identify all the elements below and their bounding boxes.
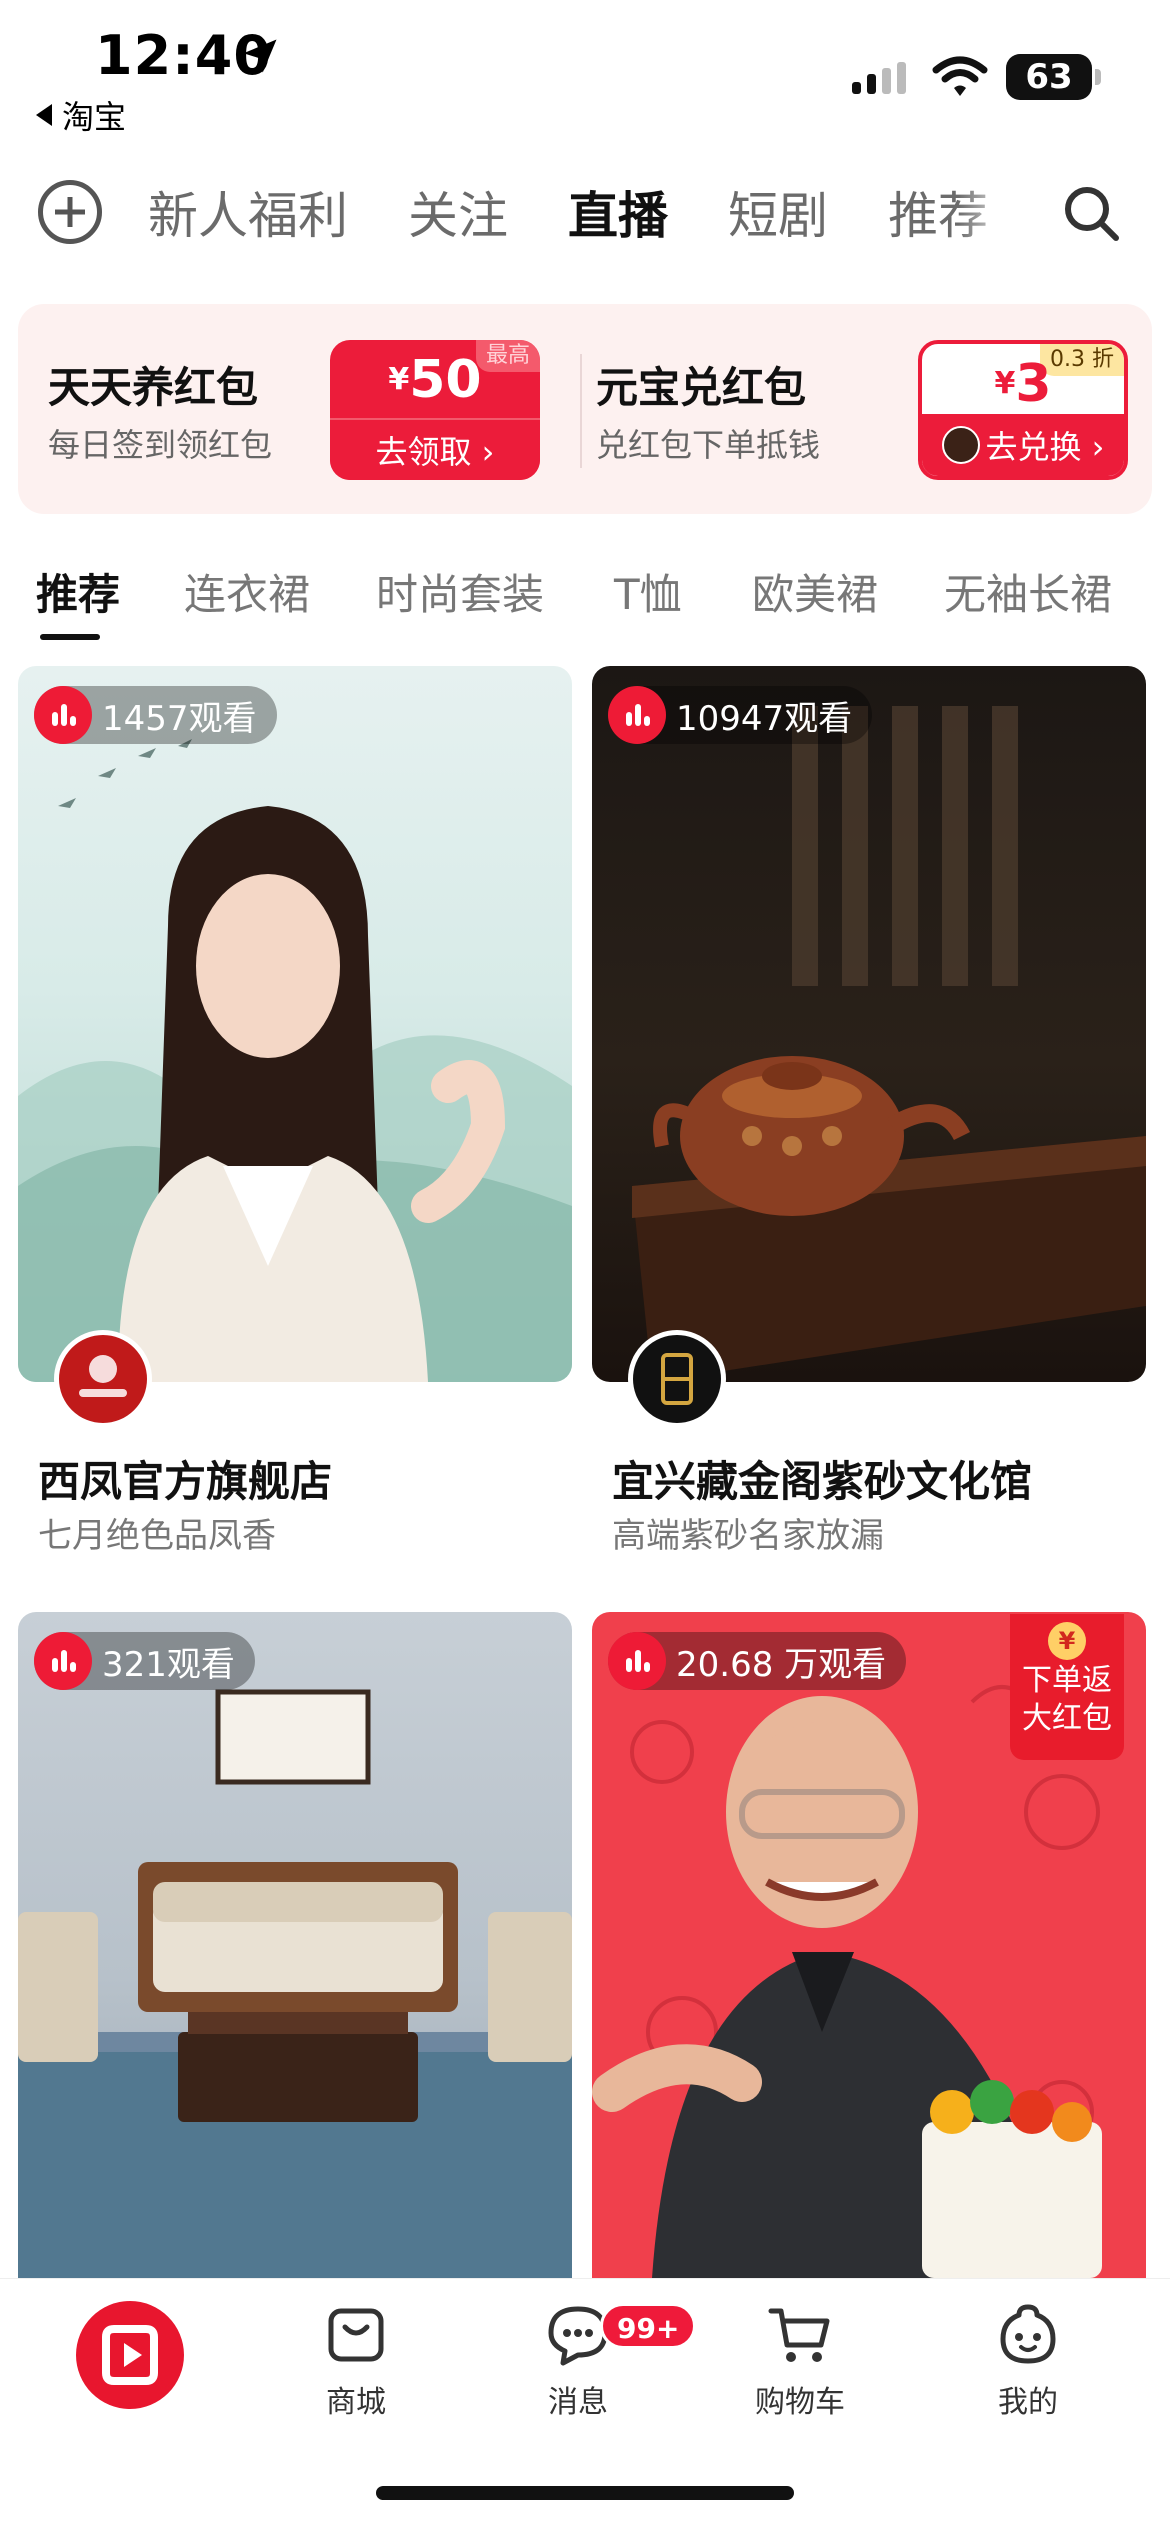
coin-icon: ¥: [1048, 1622, 1086, 1660]
live-indicator-icon: [608, 686, 666, 744]
live-cover-image: [592, 666, 1146, 1382]
live-card-chef[interactable]: 20.68 万观看 ¥ 下单返 大红包: [592, 1612, 1146, 2278]
exchange-button-label: 去兑换 ›: [985, 428, 1105, 466]
live-indicator-icon: [34, 686, 92, 744]
category-tab-tshirt[interactable]: T恤: [614, 560, 682, 630]
shop-logo-icon: [79, 1355, 127, 1397]
ingot-exchange-title: 元宝兑红包: [596, 363, 807, 412]
wifi-icon: [932, 56, 988, 96]
tab-following[interactable]: 关注: [408, 178, 508, 254]
viewer-count: 321观看: [34, 1632, 255, 1690]
category-tab-western-skirt[interactable]: 欧美裙: [752, 560, 878, 630]
live-indicator-icon: [608, 1632, 666, 1690]
live-subtitle: 七月绝色品凤香: [38, 1516, 276, 1556]
tab-profile-label: 我的: [998, 2385, 1058, 2420]
daily-red-packet-subtitle: 每日签到领红包: [48, 426, 273, 464]
battery-indicator: 63: [1006, 54, 1101, 100]
tab-short-drama[interactable]: 短剧: [728, 178, 828, 254]
live-indicator-icon: [34, 1632, 92, 1690]
shopping-cart-icon: [768, 2308, 830, 2362]
coupon-amount: ¥3: [994, 354, 1052, 414]
profile-face-icon: [1000, 2304, 1056, 2364]
claim-button[interactable]: 去领取 ›: [330, 418, 540, 480]
live-subtitle: 高端紫砂名家放漏: [612, 1516, 884, 1556]
cellular-signal-icon: [852, 62, 906, 94]
shop-avatar[interactable]: [54, 1330, 152, 1428]
live-page: 12:40 淘宝 63 新人福利 关注 直播 短剧 推荐 天天养红包 每日签到领…: [0, 0, 1170, 2532]
add-button[interactable]: [38, 180, 102, 244]
ingot-exchange-section[interactable]: 元宝兑红包 兑红包下单抵钱 0.3 折 ¥3 去兑换 ›: [582, 304, 1152, 514]
top-navigation: 新人福利 关注 直播 短剧 推荐: [0, 160, 1170, 270]
back-triangle-icon: [36, 104, 52, 126]
category-tab-recommend[interactable]: 推荐: [36, 560, 120, 630]
channel-tabs: 新人福利 关注 直播 短剧 推荐: [148, 178, 1018, 254]
home-indicator[interactable]: [376, 2486, 794, 2500]
coupon-amount: ¥50: [388, 350, 482, 410]
status-bar: 12:40 淘宝 63: [0, 0, 1170, 140]
exchange-button[interactable]: 去兑换 ›: [922, 414, 1124, 476]
shop-logo-icon: [661, 1353, 693, 1405]
order-cashback-red-packet-badge[interactable]: ¥ 下单返 大红包: [1010, 1614, 1124, 1760]
search-icon[interactable]: [1060, 182, 1124, 246]
viewer-count-label: 10947观看: [676, 698, 853, 739]
ingot-exchange-coupon[interactable]: 0.3 折 ¥3 去兑换 ›: [918, 340, 1128, 480]
tab-live[interactable]: 直播: [568, 178, 668, 254]
red-packet-banner: 天天养红包 每日签到领红包 最高 ¥50 去领取 › 元宝兑红包 兑红包下单抵钱…: [18, 304, 1152, 514]
category-tab-fashion-set[interactable]: 时尚套装: [376, 560, 544, 630]
tab-mall-label: 商城: [326, 2385, 386, 2420]
viewer-count-label: 321观看: [102, 1644, 235, 1685]
category-tabs: 推荐 连衣裙 时尚套装 T恤 欧美裙 无袖长裙: [0, 560, 1170, 640]
back-app-label: 淘宝: [62, 98, 127, 136]
viewer-count: 1457观看: [34, 686, 277, 744]
category-tab-sleeveless-dress[interactable]: 无袖长裙: [944, 560, 1112, 630]
tab-newcomer[interactable]: 新人福利: [148, 178, 348, 254]
cover-illustration-person: [18, 739, 572, 1382]
viewer-count-label: 1457观看: [102, 698, 257, 739]
shopping-bag-icon: [328, 2308, 384, 2362]
tab-fade-overlay: [958, 178, 1018, 254]
active-category-indicator: [40, 634, 100, 640]
tab-mall[interactable]: 商城: [276, 2299, 436, 2421]
shop-avatar[interactable]: [628, 1330, 726, 1428]
viewer-count-label: 20.68 万观看: [676, 1644, 887, 1685]
tab-cart[interactable]: 购物车: [720, 2299, 880, 2421]
location-arrow-icon: [243, 39, 277, 73]
red-packet-badge-line1: 下单返: [1022, 1663, 1112, 1698]
cover-illustration-teapot: [632, 706, 1146, 1382]
live-play-icon: [102, 2325, 158, 2385]
red-packet-badge-line2: 大红包: [1022, 1701, 1112, 1736]
viewer-count: 10947观看: [608, 686, 873, 744]
category-tab-dress[interactable]: 连衣裙: [184, 560, 310, 630]
daily-red-packet-coupon[interactable]: 最高 ¥50 去领取 ›: [330, 340, 540, 480]
tab-cart-label: 购物车: [755, 2385, 845, 2420]
live-card-cangjinge[interactable]: 10947观看 宜兴藏金阁紫砂文化馆 高端紫砂名家放漏: [592, 666, 1146, 1566]
live-card-furniture[interactable]: 321观看: [18, 1612, 572, 2278]
cover-illustration-sofa: [18, 1689, 572, 2278]
live-home-tab[interactable]: [76, 2301, 184, 2409]
live-cover-image: [18, 666, 572, 1382]
message-unread-badge: 99+: [600, 2303, 697, 2349]
live-cover-image: [18, 1612, 572, 2278]
back-to-app-button[interactable]: 淘宝: [36, 92, 126, 138]
shop-name[interactable]: 宜兴藏金阁紫砂文化馆: [612, 1448, 1032, 1509]
tab-messages-label: 消息: [548, 2385, 608, 2420]
tab-profile[interactable]: 我的: [948, 2299, 1108, 2421]
user-avatar-mini: [941, 426, 980, 464]
shop-name[interactable]: 西凤官方旗舰店: [38, 1448, 332, 1509]
daily-red-packet-title: 天天养红包: [48, 363, 259, 412]
daily-red-packet-section[interactable]: 天天养红包 每日签到领红包 最高 ¥50 去领取 ›: [18, 304, 580, 514]
viewer-count: 20.68 万观看: [608, 1632, 907, 1690]
live-card-xifeng[interactable]: 1457观看 西凤官方旗舰店 七月绝色品凤香: [18, 666, 572, 1566]
ingot-exchange-subtitle: 兑红包下单抵钱: [596, 426, 821, 464]
